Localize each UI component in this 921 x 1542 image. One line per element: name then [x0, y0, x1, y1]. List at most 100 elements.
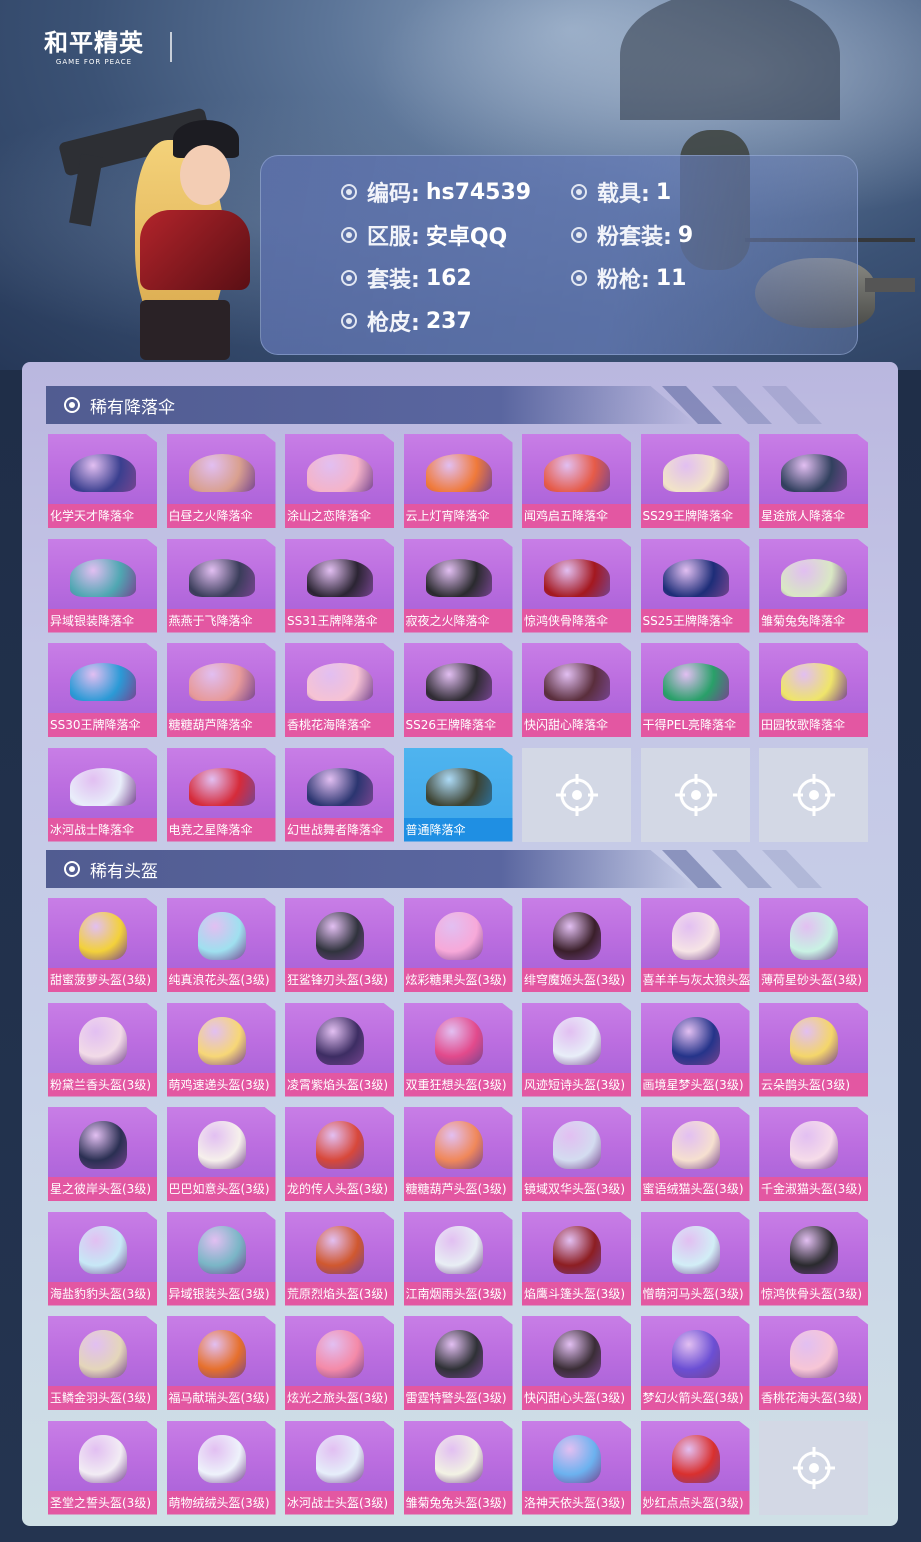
parachute-card[interactable]: SS31王牌降落伞: [285, 538, 394, 633]
helmet-icon: [79, 1016, 127, 1065]
helmet-card[interactable]: 巴巴如意头盔(3级): [166, 1107, 276, 1201]
helmet-card[interactable]: 雏菊兔兔头盔(3级): [403, 1420, 513, 1515]
target-icon: [341, 313, 357, 329]
helmet-image: [189, 1434, 255, 1485]
section-title-helmets: 稀有头盔: [90, 861, 158, 882]
helmet-card[interactable]: 萌鸡速递头盔(3级): [166, 1002, 276, 1097]
helmet-card[interactable]: 甜蜜菠萝头盔(3级): [48, 898, 157, 992]
helmet-card[interactable]: 云朵鹊头盔(3级): [759, 1002, 868, 1097]
helmet-card[interactable]: 洛神天依头盔(3级): [522, 1420, 631, 1515]
parachute-icon: [781, 663, 847, 701]
helmet-card[interactable]: 荒原烈焰头盔(3级): [285, 1211, 394, 1306]
helmet-card[interactable]: 梦幻火箭头盔(3级): [640, 1316, 750, 1410]
parachute-card[interactable]: 香桃花海降落伞: [285, 643, 394, 737]
helmet-image: [70, 1330, 136, 1380]
target-icon: [64, 397, 80, 413]
helmet-card[interactable]: 异域银装头盔(3级): [166, 1211, 276, 1306]
parachute-card[interactable]: 白昼之火降落伞: [166, 434, 276, 528]
helmet-card[interactable]: 海盐豹豹头盔(3级): [48, 1211, 157, 1306]
helmet-card[interactable]: 快闪甜心头盔(3级): [522, 1316, 631, 1410]
helmet-image: [781, 912, 847, 962]
helmet-card[interactable]: 绯穹魔姬头盔(3级): [522, 898, 631, 992]
helmet-name: 玉鳞金羽头盔(3级): [48, 1386, 157, 1410]
parachute-card[interactable]: 寂夜之火降落伞: [403, 538, 513, 633]
helmet-card[interactable]: 冰河战士头盔(3级): [285, 1420, 394, 1515]
parachute-card[interactable]: 云上灯宵降落伞: [403, 434, 513, 528]
helmet-name: 梦幻火箭头盔(3级): [640, 1386, 750, 1410]
helmet-name: 炫光之旅头盔(3级): [285, 1386, 394, 1410]
info-vehicles: 载具: 1: [571, 176, 671, 208]
parachute-card[interactable]: 电竞之星降落伞: [166, 747, 276, 842]
parachute-card[interactable]: 闻鸡启五降落伞: [522, 434, 631, 528]
helmet-image: [307, 1225, 373, 1276]
helmet-name: 镜域双华头盔(3级): [522, 1177, 631, 1201]
parachute-name: 寂夜之火降落伞: [403, 608, 513, 633]
parachute-name: 涂山之恋降落伞: [285, 504, 394, 528]
helmet-card[interactable]: 凌霄紫焰头盔(3级): [285, 1002, 394, 1097]
helmet-card[interactable]: 千金淑猫头盔(3级): [759, 1107, 868, 1201]
parachute-image: [70, 448, 136, 498]
helmet-card[interactable]: 妙红点点头盔(3级): [640, 1420, 750, 1515]
parachute-card[interactable]: 幻世战舞者降落伞: [285, 747, 394, 842]
parachute-card[interactable]: 冰河战士降落伞: [48, 747, 157, 842]
helmet-card[interactable]: 福马献瑞头盔(3级): [166, 1316, 276, 1410]
helmet-card[interactable]: 薄荷星砂头盔(3级): [759, 898, 868, 992]
parachute-card[interactable]: 快闪甜心降落伞: [522, 643, 631, 737]
helmet-card[interactable]: 惊鸿侠骨头盔(3级): [759, 1211, 868, 1306]
helmet-card[interactable]: 镜域双华头盔(3级): [522, 1107, 631, 1201]
helmet-card[interactable]: 龙的传人头盔(3级): [285, 1107, 394, 1201]
helmet-card[interactable]: 风迹短诗头盔(3级): [522, 1002, 631, 1097]
parachute-icon: [781, 454, 847, 492]
parachute-card[interactable]: SS30王牌降落伞: [48, 643, 157, 737]
helmet-card[interactable]: 炫光之旅头盔(3级): [285, 1316, 394, 1410]
helmet-card[interactable]: 雷霆特警头盔(3级): [403, 1316, 513, 1410]
helmet-icon: [434, 912, 483, 960]
helmet-image: [189, 1121, 255, 1171]
helmet-card[interactable]: 香桃花海头盔(3级): [759, 1316, 868, 1410]
helmet-name: 江南烟雨头盔(3级): [403, 1281, 513, 1306]
helmet-card[interactable]: 圣堂之誓头盔(3级): [48, 1420, 157, 1515]
helmet-name: 雏菊兔兔头盔(3级): [403, 1490, 513, 1515]
helmet-icon: [553, 912, 601, 960]
parachute-card[interactable]: 普通降落伞: [403, 747, 513, 842]
helmet-card[interactable]: 糖糖葫芦头盔(3级): [403, 1107, 513, 1201]
helmet-card[interactable]: 狂鲨锋刃头盔(3级): [285, 898, 394, 992]
helmet-icon: [790, 1330, 838, 1378]
helmet-icon: [316, 1121, 364, 1169]
target-icon: [64, 861, 80, 877]
helmet-card[interactable]: 江南烟雨头盔(3级): [403, 1211, 513, 1306]
parachute-card[interactable]: 雏菊兔兔降落伞: [759, 538, 868, 633]
helmet-card[interactable]: 双重狂想头盔(3级): [403, 1002, 513, 1097]
parachute-card[interactable]: 星途旅人降落伞: [759, 434, 868, 528]
parachute-card[interactable]: 异域银装降落伞: [48, 538, 157, 633]
parachute-icon: [662, 558, 729, 597]
helmet-grid: 甜蜜菠萝头盔(3级) 纯真浪花头盔(3级) 狂鲨锋刃头盔(3级) 炫彩糖果头盔(3级)…: [48, 898, 868, 1525]
parachute-name: 电竞之星降落伞: [166, 817, 276, 842]
parachute-card[interactable]: SS29王牌降落伞: [640, 434, 750, 528]
parachute-card[interactable]: 糖糖葫芦降落伞: [166, 643, 276, 737]
helmet-card[interactable]: 萌物绒绒头盔(3级): [166, 1420, 276, 1515]
helmet-card[interactable]: 蜜语绒猫头盔(3级): [640, 1107, 750, 1201]
helmet-card[interactable]: 画境星梦头盔(3级): [640, 1002, 750, 1097]
parachute-card[interactable]: 干得PEL亮降落伞: [640, 643, 750, 737]
parachute-card[interactable]: SS25王牌降落伞: [640, 538, 750, 633]
parachute-card[interactable]: 涂山之恋降落伞: [285, 434, 394, 528]
parachute-card[interactable]: 化学天才降落伞: [48, 434, 157, 528]
helmet-card[interactable]: 炫彩糖果头盔(3级): [403, 898, 513, 992]
helmet-image: [70, 1225, 136, 1276]
info-outfits-value: 162: [425, 265, 472, 291]
parachute-card[interactable]: 燕燕于飞降落伞: [166, 538, 276, 633]
helmet-card[interactable]: 粉黛兰香头盔(3级): [48, 1002, 157, 1097]
helmet-card[interactable]: 玉鳞金羽头盔(3级): [48, 1316, 157, 1410]
helmet-card[interactable]: 喜羊羊与灰太狼头盔(3级): [640, 898, 750, 992]
helmet-card[interactable]: 焰鹰斗篷头盔(3级): [522, 1211, 631, 1306]
parachute-icon: [188, 558, 255, 597]
parachute-card[interactable]: 惊鸿侠骨降落伞: [522, 538, 631, 633]
helmet-card[interactable]: 纯真浪花头盔(3级): [166, 898, 276, 992]
parachute-image: [307, 762, 373, 812]
helmet-card[interactable]: 憎萌河马头盔(3级): [640, 1211, 750, 1306]
parachute-card[interactable]: 田园牧歌降落伞: [759, 643, 868, 737]
helmet-name: 凌霄紫焰头盔(3级): [285, 1072, 394, 1097]
parachute-card[interactable]: SS26王牌降落伞: [403, 643, 513, 737]
helmet-card[interactable]: 星之彼岸头盔(3级): [48, 1107, 157, 1201]
